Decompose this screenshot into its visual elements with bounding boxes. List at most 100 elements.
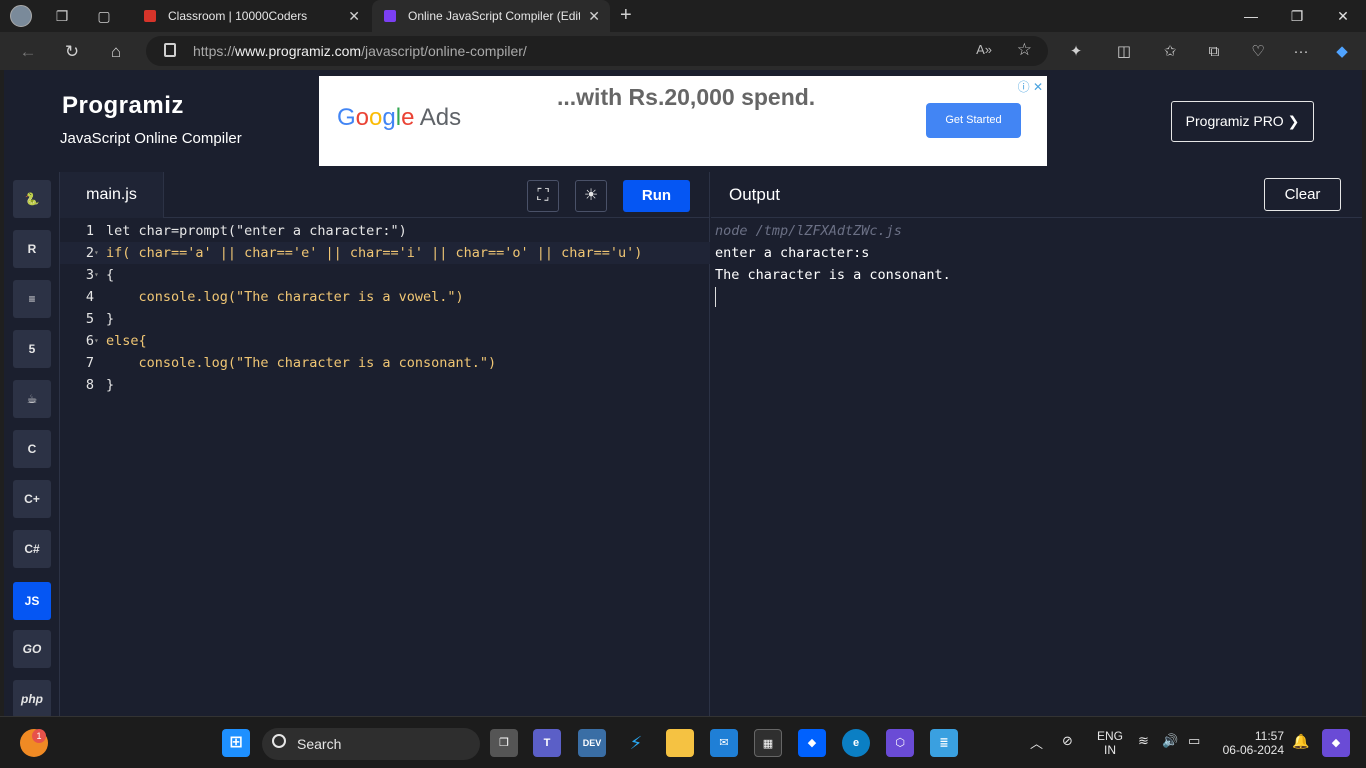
show-hidden-icons-icon[interactable]: ︿ — [1030, 733, 1043, 752]
wifi-icon[interactable]: ≋ — [1138, 733, 1149, 749]
fold-arrow-icon[interactable]: ▾ — [94, 242, 104, 264]
code-line[interactable]: 5} — [60, 308, 710, 330]
ad-info-close-icon[interactable]: ⓘ ✕ — [1018, 78, 1043, 95]
task-view-icon[interactable]: ❐ — [490, 729, 518, 757]
10000coders-favicon-icon — [144, 10, 156, 22]
code-line[interactable]: 6 ▾ else{ — [60, 330, 710, 352]
fold-arrow-icon[interactable]: ▾ — [94, 264, 104, 286]
dropbox-icon[interactable]: ◆ — [798, 729, 826, 757]
new-tab-icon[interactable]: + — [620, 4, 632, 26]
tab-classroom[interactable]: Classroom | 10000Coders ✕ — [132, 0, 370, 32]
javascript-icon[interactable]: JS — [13, 582, 51, 620]
code-line[interactable]: 4 console.log("The character is a vowel.… — [60, 286, 710, 308]
fullscreen-icon[interactable]: ⛶ — [527, 180, 559, 212]
region-code: IN — [1104, 743, 1116, 757]
browser-tab-bar: ❐ ▢ Classroom | 10000Coders ✕ Online Jav… — [0, 0, 1366, 32]
tab-title: Classroom | 10000Coders — [168, 9, 308, 23]
teams-icon[interactable]: T — [533, 729, 561, 757]
page-subtitle: JavaScript Online Compiler — [60, 130, 242, 147]
visual-studio-icon[interactable]: ⚡ — [622, 729, 650, 757]
fold-arrow-icon[interactable]: ▾ — [94, 330, 104, 352]
r-icon[interactable]: R — [13, 230, 51, 268]
output-panel: Output Clear node /tmp/lZFXAdtZWc.js ent… — [711, 172, 1362, 716]
terminal-line: enter a character:s — [715, 245, 870, 261]
profile-avatar[interactable] — [10, 5, 32, 27]
more-menu-icon[interactable]: ··· — [1289, 40, 1313, 64]
battery-icon[interactable]: ▭ — [1188, 733, 1200, 749]
csharp-icon[interactable]: C# — [13, 530, 51, 568]
terminal-cursor — [715, 287, 716, 307]
file-tab-main-js[interactable]: main.js — [60, 172, 164, 218]
windows-taskbar: 1 ⊞ Search ❐ T DEV ⚡ ✉ ▦ ◆ e ⬡ ≣ ︿ ⊘ ENG… — [0, 716, 1366, 768]
url-text: https://www.programiz.com/javascript/onl… — [193, 43, 527, 59]
code-line[interactable]: 1 let char=prompt("enter a character:") — [60, 220, 710, 242]
read-aloud-icon[interactable]: A» — [976, 42, 992, 57]
back-icon[interactable]: ← — [16, 40, 40, 64]
go-icon[interactable]: GO — [13, 630, 51, 668]
mail-icon[interactable]: ✉ — [710, 729, 738, 757]
volume-icon[interactable]: 🔊 — [1162, 733, 1178, 749]
page-content: Programiz JavaScript Online Compiler Goo… — [4, 70, 1362, 716]
code-line[interactable]: 7 console.log("The character is a conson… — [60, 352, 710, 374]
notepad-icon[interactable]: ≣ — [930, 729, 958, 757]
c-icon[interactable]: C — [13, 430, 51, 468]
language-indicator[interactable]: ENG IN — [1094, 729, 1126, 757]
clear-button[interactable]: Clear — [1264, 178, 1341, 211]
close-tab-icon[interactable]: ✕ — [588, 0, 600, 32]
minimize-icon[interactable]: — — [1228, 0, 1274, 32]
notification-badge: 1 — [32, 729, 46, 743]
sql-database-icon[interactable]: ≡ — [13, 280, 51, 318]
dev-home-icon[interactable]: DEV — [578, 729, 606, 757]
programiz-pro-button[interactable]: Programiz PRO ❯ — [1171, 101, 1314, 142]
close-window-icon[interactable]: ✕ — [1320, 0, 1366, 32]
ad-banner[interactable]: Google Ads ...with Rs.20,000 spend. Get … — [319, 76, 1047, 166]
copilot-icon[interactable]: ◆ — [1330, 40, 1354, 64]
extensions-icon[interactable]: ✦ — [1064, 40, 1088, 64]
ad-headline: ...with Rs.20,000 spend. — [557, 84, 816, 110]
code-line[interactable]: 8} — [60, 374, 710, 396]
python-icon[interactable]: 🐍 — [13, 180, 51, 218]
file-explorer-icon[interactable] — [666, 729, 694, 757]
cpp-icon[interactable]: C+ — [13, 480, 51, 518]
programiz-favicon-icon — [384, 10, 396, 22]
network-off-icon[interactable]: ⊘ — [1062, 733, 1073, 749]
terminal-output[interactable]: node /tmp/lZFXAdtZWc.js enter a characte… — [715, 220, 951, 307]
copilot-taskbar-icon[interactable]: ◆ — [1322, 729, 1350, 757]
refresh-icon[interactable]: ↻ — [60, 40, 84, 64]
output-toolbar: Output Clear — [711, 172, 1362, 218]
java-icon[interactable]: ☕ — [13, 380, 51, 418]
favorite-star-icon[interactable]: ☆ — [1017, 40, 1032, 60]
tab-actions-icon[interactable]: ▢ — [94, 6, 114, 26]
edge-browser-icon[interactable]: e — [842, 729, 870, 757]
php-icon[interactable]: php — [13, 680, 51, 716]
favorites-icon[interactable]: ✩ — [1158, 40, 1182, 64]
code-line[interactable]: 2 ▾ if( char=='a' || char=='e' || char=='i… — [60, 242, 710, 264]
lock-icon — [164, 43, 176, 57]
copilot-app-icon[interactable]: ⬡ — [886, 729, 914, 757]
close-tab-icon[interactable]: ✕ — [348, 0, 360, 32]
code-area[interactable]: 1 let char=prompt("enter a character:") 2… — [60, 220, 710, 396]
home-icon[interactable]: ⌂ — [104, 40, 128, 64]
tab-programiz[interactable]: Online JavaScript Compiler (Edito ✕ — [372, 0, 610, 32]
browser-essentials-icon[interactable]: ♡ — [1246, 40, 1270, 64]
terminal-line: The character is a consonant. — [715, 267, 951, 283]
url-field[interactable]: https://www.programiz.com/javascript/onl… — [146, 36, 1048, 66]
ad-get-started-button[interactable]: Get Started — [926, 103, 1021, 138]
lang-code: ENG — [1096, 729, 1123, 743]
windows-start-icon[interactable]: ⊞ — [222, 729, 250, 757]
workspaces-icon[interactable]: ❐ — [52, 6, 72, 26]
address-bar-row: ← ↻ ⌂ https://www.programiz.com/javascri… — [0, 32, 1366, 70]
run-button[interactable]: Run — [623, 180, 690, 212]
google-ads-logo: Google Ads — [337, 104, 462, 131]
taskbar-search[interactable]: Search — [262, 728, 480, 760]
microsoft-store-icon[interactable]: ▦ — [754, 729, 782, 757]
theme-toggle-sun-icon[interactable]: ☀ — [575, 180, 607, 212]
html5-icon[interactable]: 5 — [13, 330, 51, 368]
split-screen-icon[interactable]: ◫ — [1112, 40, 1136, 64]
clock[interactable]: 11:57 06-06-2024 — [1218, 729, 1284, 757]
programiz-logo[interactable]: Programiz — [62, 92, 184, 120]
notifications-bell-icon[interactable]: 🔔 — [1292, 733, 1309, 750]
code-line[interactable]: 3 ▾{ — [60, 264, 710, 286]
restore-icon[interactable]: ❐ — [1274, 0, 1320, 32]
collections-icon[interactable]: ⧉ — [1202, 40, 1226, 64]
